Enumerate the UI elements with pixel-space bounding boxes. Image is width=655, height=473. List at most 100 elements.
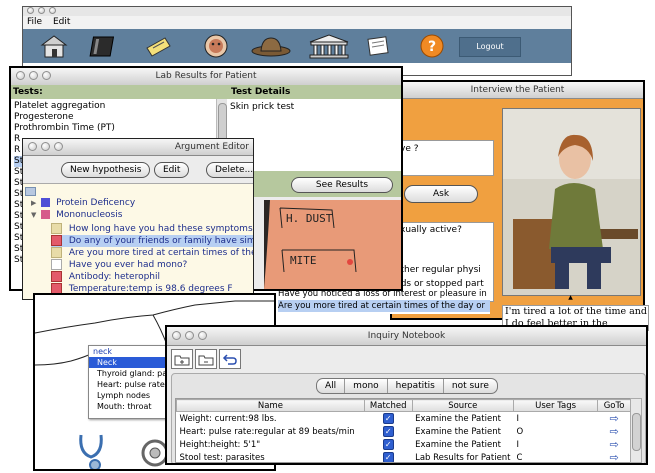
table-row[interactable]: Heart: pulse rate:regular at 89 beats/mi… bbox=[177, 425, 631, 438]
row-goto[interactable]: ⇨ bbox=[598, 425, 631, 438]
tree-row-mono[interactable]: ▼ Mononucleosis bbox=[31, 210, 122, 221]
evidence-item[interactable]: Do any of your friends or family have si… bbox=[51, 235, 253, 247]
notebook-table: Name Matched Source User Tags GoTo Weigh… bbox=[175, 398, 632, 463]
close-light[interactable] bbox=[27, 7, 34, 14]
close-light[interactable] bbox=[28, 142, 37, 151]
notebook-toolbar bbox=[171, 349, 241, 369]
row-tag[interactable]: C bbox=[514, 451, 598, 463]
edit-button[interactable]: Edit bbox=[154, 162, 190, 178]
table-row[interactable]: Height:height: 5'1" ✓ Examine the Patien… bbox=[177, 438, 631, 451]
goto-arrow-icon[interactable]: ⇨ bbox=[609, 425, 618, 438]
documents-button[interactable] bbox=[361, 33, 395, 59]
row-name: Stool test: parasites bbox=[179, 452, 265, 463]
minimize-light[interactable] bbox=[185, 331, 194, 340]
row-tag[interactable]: I bbox=[514, 438, 598, 451]
column-goto[interactable]: GoTo bbox=[597, 399, 631, 412]
checkbox-checked-icon[interactable]: ✓ bbox=[382, 426, 394, 437]
evidence-label: Antibody: heterophil bbox=[68, 272, 160, 282]
interview-list-items: Have you noticed a loss of interest or p… bbox=[278, 288, 490, 314]
row-tag[interactable]: I bbox=[514, 412, 598, 426]
evidence-item[interactable]: Are you more tired at certain times of t… bbox=[51, 247, 253, 259]
notes-button[interactable] bbox=[141, 33, 175, 59]
checkbox-checked-icon[interactable]: ✓ bbox=[382, 439, 394, 450]
row-goto[interactable]: ⇨ bbox=[598, 451, 631, 462]
row-tag[interactable]: O bbox=[514, 425, 598, 438]
new-hypothesis-label: New hypothesis bbox=[70, 165, 142, 175]
column-user-tags[interactable]: User Tags bbox=[513, 399, 599, 412]
menu-edit[interactable]: Edit bbox=[53, 17, 70, 27]
minimize-light[interactable] bbox=[29, 71, 38, 80]
table-row[interactable]: Weight: current:98 lbs. ✓ Examine the Pa… bbox=[177, 412, 631, 426]
tree-row-protein[interactable]: ▶ Protein Deficency bbox=[31, 198, 135, 209]
zoom-light[interactable] bbox=[198, 331, 207, 340]
details-header-label: Test Details bbox=[231, 87, 291, 97]
notebook-scroll-thumb[interactable] bbox=[632, 413, 641, 451]
close-light[interactable] bbox=[172, 331, 181, 340]
column-name[interactable]: Name bbox=[176, 399, 365, 412]
close-light[interactable] bbox=[16, 71, 25, 80]
goto-arrow-icon[interactable]: ⇨ bbox=[609, 438, 618, 451]
ask-button[interactable]: Ask bbox=[404, 185, 478, 203]
row-matched[interactable]: ✓ bbox=[364, 412, 412, 426]
doctor-button[interactable] bbox=[199, 33, 233, 59]
zoom-light[interactable] bbox=[54, 142, 63, 151]
skin-test-photo: H. DUST MITE bbox=[264, 200, 401, 289]
disclosure-right-icon[interactable]: ▶ bbox=[31, 199, 36, 207]
table-row[interactable]: Stool test: parasites ✓ Lab Results for … bbox=[177, 451, 631, 463]
argument-titlebar: Argument Editor bbox=[23, 139, 253, 156]
evidence-label: Are you more tired at certain times of t… bbox=[68, 248, 253, 258]
evidence-label: Have you ever had mono? bbox=[68, 260, 188, 270]
test-item[interactable]: Prothrombin Time (PT) bbox=[14, 123, 219, 134]
row-source: Lab Results for Patient bbox=[415, 452, 511, 463]
interview-question-box-1[interactable]: ve ? bbox=[394, 140, 494, 176]
column-matched[interactable]: Matched bbox=[363, 399, 413, 412]
checkbox-checked-icon[interactable]: ✓ bbox=[382, 413, 394, 424]
minimize-light[interactable] bbox=[41, 142, 50, 151]
row-source: Examine the Patient bbox=[415, 426, 501, 437]
book-icon bbox=[89, 36, 115, 57]
book-button[interactable] bbox=[87, 33, 121, 59]
library-button[interactable] bbox=[305, 33, 353, 59]
zoom-light[interactable] bbox=[42, 71, 51, 80]
goto-arrow-icon[interactable]: ⇨ bbox=[609, 451, 618, 462]
lab-title: Lab Results for Patient bbox=[155, 71, 257, 81]
stethoscope-icon[interactable] bbox=[75, 431, 115, 471]
new-folder-button[interactable] bbox=[171, 349, 193, 369]
row-matched[interactable]: ✓ bbox=[364, 425, 412, 438]
evidence-item[interactable]: Antibody: heterophil bbox=[51, 271, 253, 283]
zoom-light[interactable] bbox=[49, 7, 56, 14]
photo-divider-arrow[interactable]: ▲ bbox=[502, 295, 639, 301]
filter-all[interactable]: All bbox=[317, 379, 346, 393]
minimize-light[interactable] bbox=[38, 7, 45, 14]
menu-file[interactable]: File bbox=[27, 17, 42, 27]
notebook-scrollbar[interactable] bbox=[630, 398, 642, 463]
row-goto[interactable]: ⇨ bbox=[598, 412, 631, 425]
row-goto[interactable]: ⇨ bbox=[598, 438, 631, 451]
row-matched[interactable]: ✓ bbox=[364, 438, 412, 451]
logout-button[interactable]: Logout bbox=[459, 37, 521, 57]
undo-button[interactable] bbox=[219, 349, 241, 369]
see-results-button[interactable]: See Results bbox=[291, 177, 393, 193]
row-matched[interactable]: ✓ bbox=[364, 451, 412, 462]
checkbox-checked-icon[interactable]: ✓ bbox=[382, 452, 394, 462]
filter-hepatitis[interactable]: hepatitis bbox=[388, 379, 444, 393]
new-hypothesis-button[interactable]: New hypothesis bbox=[61, 162, 151, 178]
disclosure-down-icon[interactable]: ▼ bbox=[31, 211, 36, 219]
delete-button[interactable]: Delete... bbox=[206, 162, 253, 178]
home-button[interactable] bbox=[37, 33, 71, 59]
column-source[interactable]: Source bbox=[411, 399, 515, 412]
evidence-swatch bbox=[51, 247, 62, 258]
interview-list-item[interactable]: Are you more tired at certain times of t… bbox=[278, 300, 490, 312]
evidence-item[interactable]: Have you ever had mono? bbox=[51, 259, 253, 271]
filter-mono[interactable]: mono bbox=[345, 379, 388, 393]
argument-title: Argument Editor bbox=[174, 142, 249, 152]
evidence-item[interactable]: How long have you had these symptoms? bbox=[51, 223, 253, 235]
filter-not-sure[interactable]: not sure bbox=[444, 379, 497, 393]
help-button[interactable]: ? bbox=[415, 33, 449, 59]
open-folder-button[interactable] bbox=[195, 349, 217, 369]
test-item[interactable]: Platelet aggregation bbox=[14, 101, 219, 112]
test-item[interactable]: Progesterone bbox=[14, 112, 219, 123]
hat-button[interactable] bbox=[249, 33, 293, 59]
evidence-label: Do any of your friends or family have si… bbox=[68, 236, 253, 246]
goto-arrow-icon[interactable]: ⇨ bbox=[609, 412, 618, 425]
